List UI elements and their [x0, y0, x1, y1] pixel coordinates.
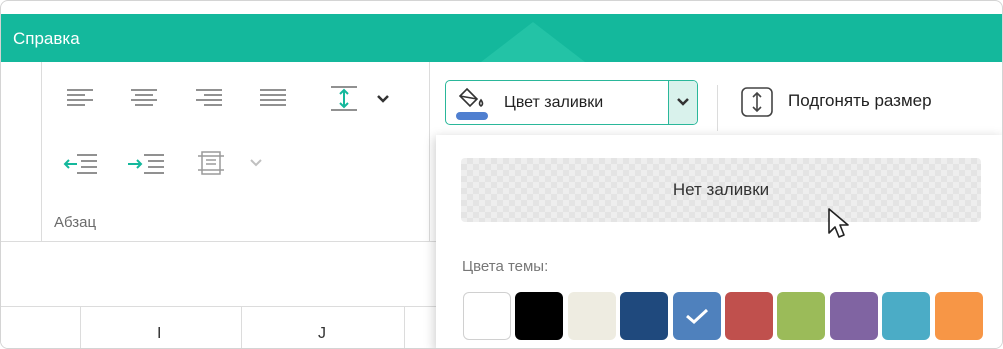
window-decoration [481, 22, 585, 62]
fill-color-dropdown-toggle[interactable] [668, 81, 697, 124]
cell-margins-icon[interactable] [198, 150, 224, 176]
fill-color-indicator [456, 112, 488, 120]
decrease-indent-icon[interactable] [63, 152, 97, 176]
theme-color-swatch[interactable] [568, 292, 616, 340]
align-left-icon[interactable] [67, 89, 93, 107]
menu-help[interactable]: Справка [13, 29, 80, 49]
chevron-down-icon [249, 158, 263, 168]
no-fill-option[interactable]: Нет заливки [461, 158, 981, 222]
line-spacing-icon[interactable] [329, 86, 359, 112]
increase-indent-icon[interactable] [126, 152, 164, 176]
theme-color-swatch[interactable] [935, 292, 983, 340]
theme-color-swatch[interactable] [777, 292, 825, 340]
align-right-icon[interactable] [196, 89, 222, 107]
ribbon-divider [41, 62, 42, 242]
theme-color-swatch[interactable] [515, 292, 563, 340]
theme-color-swatch[interactable] [463, 292, 511, 340]
chevron-down-icon [676, 97, 690, 107]
theme-color-swatch[interactable] [673, 292, 721, 340]
ribbon-divider [429, 62, 430, 242]
column-divider [241, 306, 242, 348]
fit-size-icon [741, 87, 773, 117]
theme-color-swatch[interactable] [620, 292, 668, 340]
theme-colors-label: Цвета темы: [462, 258, 549, 275]
column-divider [404, 306, 405, 348]
fit-size-label: Подгонять размер [788, 91, 932, 110]
fill-color-label: Цвет заливки [504, 94, 604, 111]
mouse-cursor-icon [827, 207, 853, 248]
fill-color-dropdown-panel: Нет заливки Цвета темы: [436, 135, 1002, 348]
theme-color-swatch[interactable] [882, 292, 930, 340]
theme-color-swatch[interactable] [725, 292, 773, 340]
ribbon-divider [717, 85, 718, 131]
column-divider [80, 306, 81, 348]
spreadsheet-area [1, 242, 436, 348]
menu-bar: Справка [1, 14, 1002, 62]
align-justify-icon[interactable] [260, 89, 286, 107]
column-header-i[interactable]: I [157, 325, 161, 343]
theme-color-swatch[interactable] [830, 292, 878, 340]
column-header-j[interactable]: J [318, 325, 326, 343]
paint-bucket-icon [458, 86, 488, 110]
chevron-down-icon[interactable] [376, 94, 390, 104]
align-center-icon[interactable] [131, 89, 157, 107]
group-label-paragraph: Абзац [54, 214, 97, 231]
app-window: Справка Абзац Цвет заливки Подгонять раз… [0, 0, 1003, 349]
column-header-top-border [1, 306, 436, 307]
fill-color-button[interactable]: Цвет заливки [445, 80, 698, 125]
checkmark-icon [686, 308, 709, 325]
no-fill-label: Нет заливки [672, 180, 770, 199]
theme-colors-palette [463, 292, 983, 340]
